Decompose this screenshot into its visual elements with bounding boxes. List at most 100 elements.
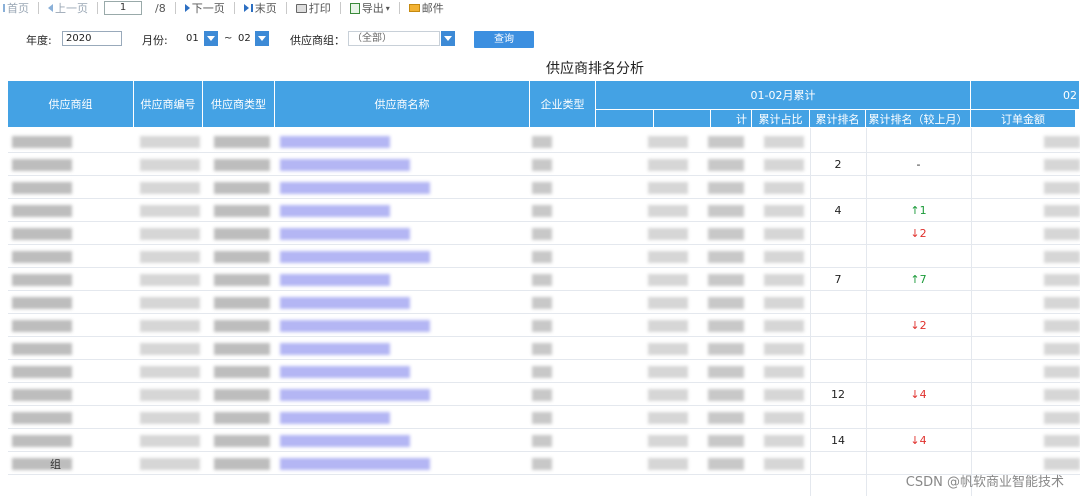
masked-cell [12,159,72,171]
watermark-text: CSDN @帆软商业智能技术 [905,475,1064,490]
cumulative-rank-cell [810,176,866,199]
masked-cell [764,343,804,355]
rank-change-cell: ↓4 [910,434,927,447]
masked-cell [708,366,744,378]
masked-cell [12,136,72,148]
month-range-separator: ~ [224,33,233,44]
masked-cell [214,274,270,286]
masked-cell [140,435,200,447]
masked-cell [1044,366,1080,378]
cumulative-rank-cell: 12 [831,388,845,401]
masked-cell [1044,297,1080,309]
page-number-input[interactable]: 1 [104,1,142,15]
masked-cell [1044,389,1080,401]
masked-cell [532,205,552,217]
masked-cell [708,435,744,447]
chevron-down-icon: ▾ [385,3,390,13]
masked-cell [280,320,430,332]
masked-cell [140,251,200,263]
year-input[interactable]: 2020 [62,31,122,46]
masked-cell [140,274,200,286]
masked-cell [12,251,72,263]
masked-cell [214,159,270,171]
masked-cell [12,458,72,470]
masked-cell [140,136,200,148]
month-to-dropdown-icon[interactable] [255,31,269,46]
masked-cell [532,136,552,148]
header-supplier-group: 供应商组 [8,81,134,128]
query-button[interactable]: 查询 [474,31,534,48]
masked-cell [214,320,270,332]
cumulative-rank-cell: 7 [834,273,842,286]
masked-cell [708,343,744,355]
masked-cell [532,412,552,424]
cumulative-rank-cell [810,337,866,360]
masked-cell [12,274,72,286]
supplier-group-dropdown-icon[interactable] [441,31,455,46]
export-icon [349,2,360,14]
toolbar-divider [285,2,287,14]
masked-cell [280,228,410,240]
mail-button[interactable]: 邮件 [406,0,447,16]
masked-cell [648,205,688,217]
masked-cell [648,435,688,447]
masked-cell [12,343,72,355]
masked-cell [648,159,688,171]
masked-cell [764,205,804,217]
table-row [8,360,1080,383]
masked-cell [648,274,688,286]
supplier-group-select[interactable]: （全部） [348,31,440,46]
masked-cell [12,389,72,401]
masked-cell [648,228,688,240]
masked-cell [1044,205,1080,217]
month-from-dropdown-icon[interactable] [204,31,218,46]
export-button[interactable]: 导出 ▾ [347,0,393,16]
masked-cell [140,458,200,470]
masked-cell [648,297,688,309]
masked-cell [764,251,804,263]
table-row: 2- [8,153,1080,176]
first-page-icon [3,4,5,12]
masked-cell [764,136,804,148]
masked-cell [1044,251,1080,263]
masked-cell [280,366,410,378]
masked-cell [214,366,270,378]
masked-cell [708,251,744,263]
header-cumulative-rank: 累计排名 [810,110,866,128]
masked-cell [1044,228,1080,240]
header-order-amount: 订单金额 [971,110,1076,128]
masked-cell [12,435,72,447]
masked-cell [12,297,72,309]
masked-cell [764,159,804,171]
cumulative-rank-cell [810,452,866,475]
header-blank-2 [654,110,711,128]
cumulative-rank-cell [810,130,866,153]
masked-cell [648,182,688,194]
supplier-group-label: 供应商组： [290,34,345,47]
masked-cell [1044,136,1080,148]
last-page-button[interactable]: 末页 [241,0,280,16]
printer-icon [295,3,307,13]
header-blank-1 [596,110,654,128]
prev-page-button[interactable]: 上一页 [45,0,91,16]
masked-cell [532,458,552,470]
masked-cell [1044,182,1080,194]
masked-cell [708,205,744,217]
cumulative-rank-cell: 2 [834,158,842,171]
masked-cell [12,205,72,217]
masked-cell [532,228,552,240]
toolbar-divider [97,2,98,14]
masked-cell [140,182,200,194]
masked-cell [648,366,688,378]
next-page-button[interactable]: 下一页 [182,0,228,16]
print-button[interactable]: 打印 [293,0,334,16]
masked-cell [140,205,200,217]
first-page-button[interactable]: 首页 [0,0,32,16]
masked-cell [532,435,552,447]
last-page-icon [243,4,249,12]
table-row: 14 ↓4 [8,429,1080,452]
masked-cell [280,159,410,171]
masked-cell [140,412,200,424]
masked-cell [764,366,804,378]
table-row [8,406,1080,429]
